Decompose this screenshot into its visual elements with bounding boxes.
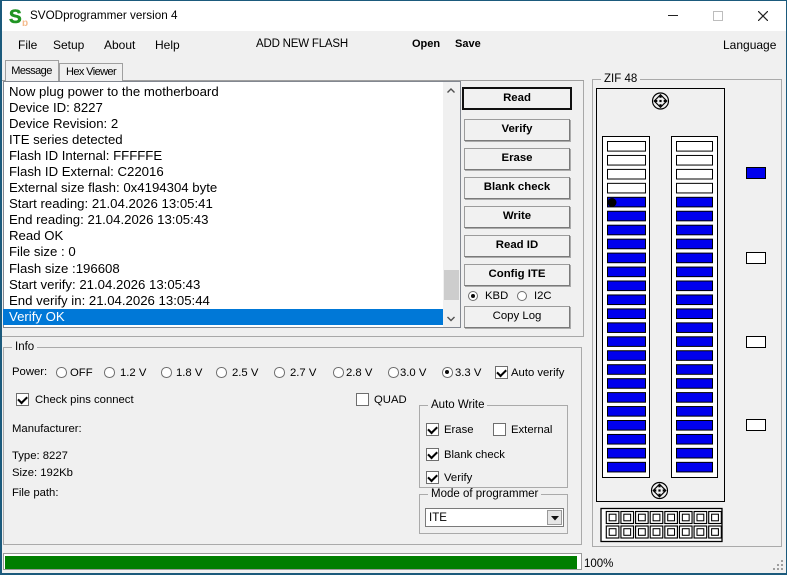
svg-text:p: p [22, 18, 28, 26]
svg-text:S: S [9, 7, 22, 26]
